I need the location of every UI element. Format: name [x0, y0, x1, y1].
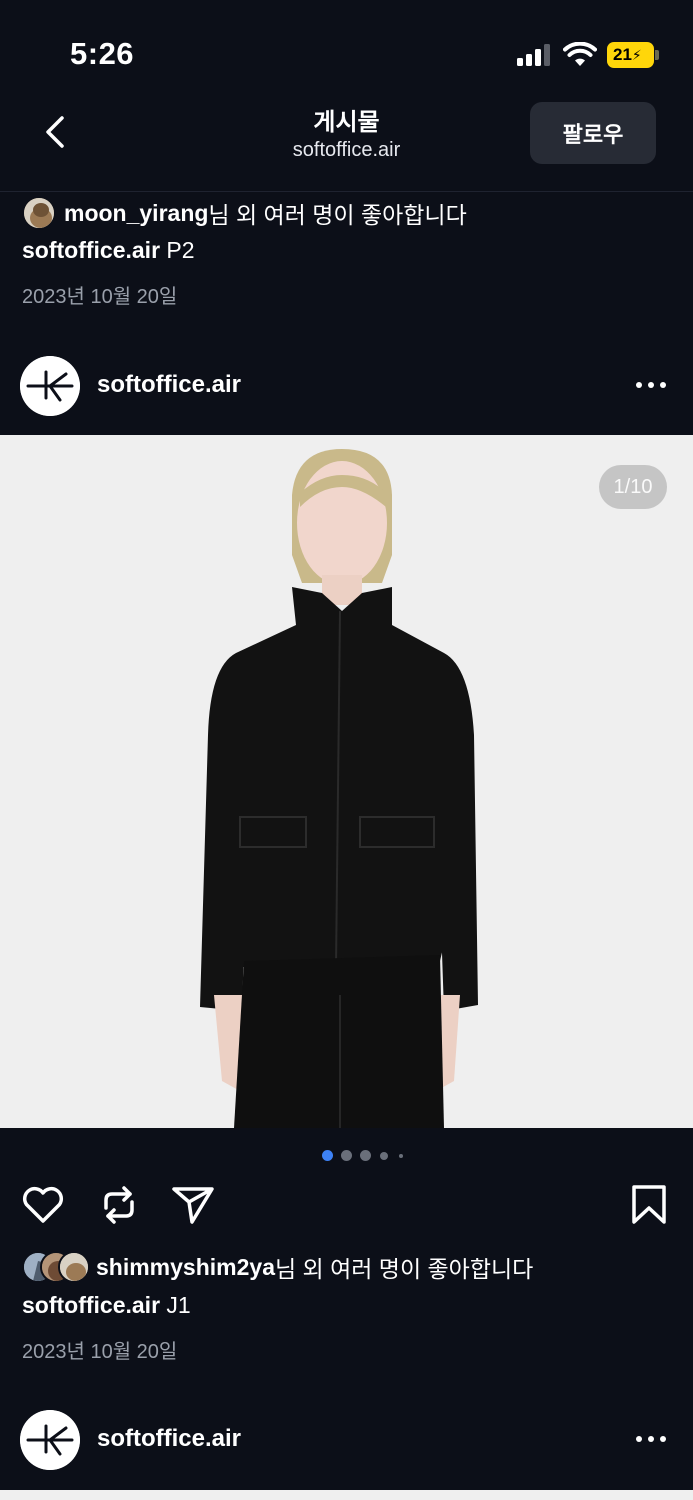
profile-avatar[interactable]: [20, 1410, 80, 1470]
caption-text: J1: [160, 1292, 191, 1318]
liker-avatar[interactable]: [22, 196, 56, 230]
status-time: 5:26: [70, 36, 135, 71]
likes-summary[interactable]: shimmyshim2ya 님 외 여러 명이 좋아합니다: [22, 1250, 533, 1284]
send-icon[interactable]: [170, 1182, 216, 1228]
likes-text: 님 외 여러 명이 좋아합니다: [274, 1256, 534, 1282]
post-username[interactable]: softoffice.air: [97, 1425, 241, 1453]
wifi-icon: [563, 42, 597, 66]
next-post-image[interactable]: [0, 1490, 693, 1500]
carousel-dot[interactable]: [360, 1150, 371, 1161]
liker-username[interactable]: shimmyshim2ya: [96, 1254, 275, 1281]
caption-username[interactable]: softoffice.air: [22, 237, 160, 263]
liker-avatar[interactable]: [58, 1251, 90, 1283]
liker-avatars[interactable]: [22, 1251, 90, 1283]
carousel-dots: [0, 1150, 693, 1162]
carousel-counter: 1/10: [599, 465, 667, 509]
battery-level: 21: [613, 45, 632, 64]
model-photo: [0, 435, 693, 1128]
bookmark-icon[interactable]: [626, 1182, 672, 1228]
next-post-header: softoffice.air: [0, 1400, 693, 1480]
profile-avatar[interactable]: [20, 356, 80, 416]
post-date: 2023년 10월 20일: [22, 286, 178, 308]
brand-logo-icon: [20, 1410, 80, 1470]
carousel-dot[interactable]: [399, 1154, 403, 1158]
likes-text: 님 외 여러 명이 좋아합니다: [208, 202, 467, 228]
more-options-icon[interactable]: [636, 382, 668, 390]
follow-button[interactable]: 팔로우: [530, 102, 656, 164]
carousel-dot[interactable]: [380, 1152, 388, 1160]
top-navigation: 게시물 softoffice.air 팔로우: [0, 96, 693, 192]
likes-summary[interactable]: moon_yirang 님 외 여러 명이 좋아합니다: [22, 196, 467, 230]
caption-text: P2: [160, 237, 195, 263]
more-options-icon[interactable]: [636, 1436, 668, 1444]
post-date: 2023년 10월 20일: [22, 1341, 178, 1363]
liker-username[interactable]: moon_yirang: [64, 200, 208, 227]
caption-username[interactable]: softoffice.air: [22, 1292, 160, 1318]
post-image[interactable]: [0, 435, 693, 1128]
post-username[interactable]: softoffice.air: [97, 371, 241, 399]
status-bar: 5:26 21⚡: [0, 0, 693, 100]
heart-icon[interactable]: [20, 1182, 66, 1228]
post-actions: [0, 1182, 693, 1232]
brand-logo-icon: [20, 356, 80, 416]
post-caption: softoffice.air J1: [22, 1292, 191, 1319]
repost-icon[interactable]: [96, 1182, 142, 1228]
carousel-dot-active[interactable]: [322, 1150, 333, 1161]
battery-icon: 21⚡: [607, 42, 659, 68]
cellular-signal-icon: [517, 44, 553, 66]
post-header: softoffice.air: [0, 346, 693, 426]
post-caption: softoffice.air P2: [22, 237, 195, 264]
carousel-dot[interactable]: [341, 1150, 352, 1161]
